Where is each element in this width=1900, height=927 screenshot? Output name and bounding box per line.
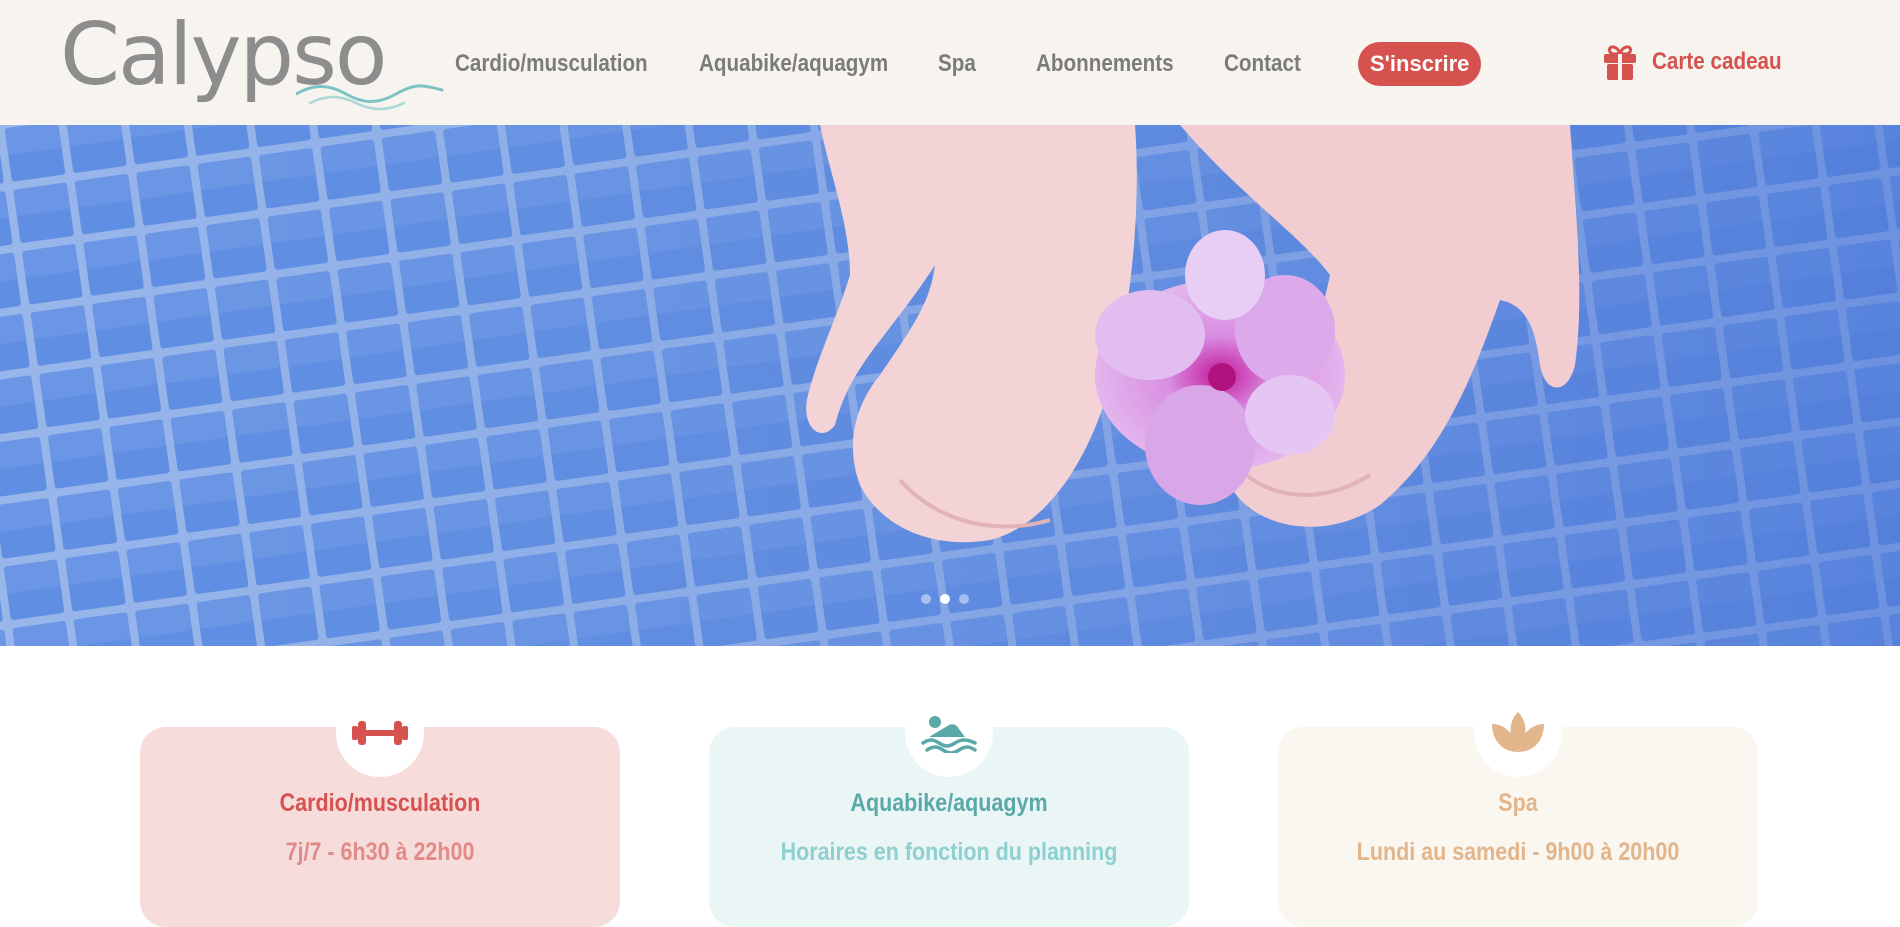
card-cardio-musculation[interactable]: Cardio/musculation 7j/7 - 6h30 à 22h00 — [140, 689, 620, 927]
card-spa[interactable]: Spa Lundi au samedi - 9h00 à 20h00 — [1278, 689, 1758, 927]
slider-dot-1[interactable] — [921, 594, 931, 604]
slider-dot-2[interactable] — [940, 594, 950, 604]
nav-item-aquabike-aquagym[interactable]: Aquabike/aquagym — [699, 44, 888, 84]
card-aquabike-aquagym[interactable]: Aquabike/aquagym Horaires en fonction du… — [709, 689, 1189, 927]
card-hours: 7j/7 - 6h30 à 22h00 — [285, 838, 475, 866]
gift-card-label: Carte cadeau — [1652, 48, 1782, 75]
card-icon-wrapper — [905, 689, 993, 777]
card-title: Cardio/musculation — [279, 789, 481, 817]
nav-item-abonnements[interactable]: Abonnements — [1036, 44, 1174, 84]
logo-waves-icon — [296, 84, 444, 111]
card-hours: Horaires en fonction du planning — [780, 838, 1118, 866]
site-header: Calypso Cardio/musculation Aquabike/aqua… — [0, 0, 1900, 125]
hero-slider — [0, 125, 1900, 646]
hero-image — [0, 125, 1900, 646]
gift-card-link[interactable]: Carte cadeau — [1600, 40, 1803, 84]
dumbbell-icon — [352, 721, 408, 745]
nav-item-cardio-musculation[interactable]: Cardio/musculation — [455, 44, 648, 84]
card-title: Spa — [1498, 789, 1538, 817]
signup-button[interactable]: S'inscrire — [1358, 42, 1482, 86]
card-title: Aquabike/aquagym — [850, 789, 1048, 817]
nav-item-contact[interactable]: Contact — [1224, 44, 1301, 84]
swimmer-icon — [921, 716, 977, 753]
lotus-icon — [1492, 712, 1544, 752]
slider-dot-3[interactable] — [959, 594, 969, 604]
slider-dots — [921, 594, 969, 604]
logo-link[interactable]: Calypso — [60, 12, 444, 112]
card-icon-wrapper — [336, 689, 424, 777]
card-hours: Lundi au samedi - 9h00 à 20h00 — [1356, 838, 1680, 866]
card-icon-wrapper — [1474, 689, 1562, 777]
nav-item-spa[interactable]: Spa — [938, 44, 976, 84]
gift-icon — [1604, 45, 1636, 80]
